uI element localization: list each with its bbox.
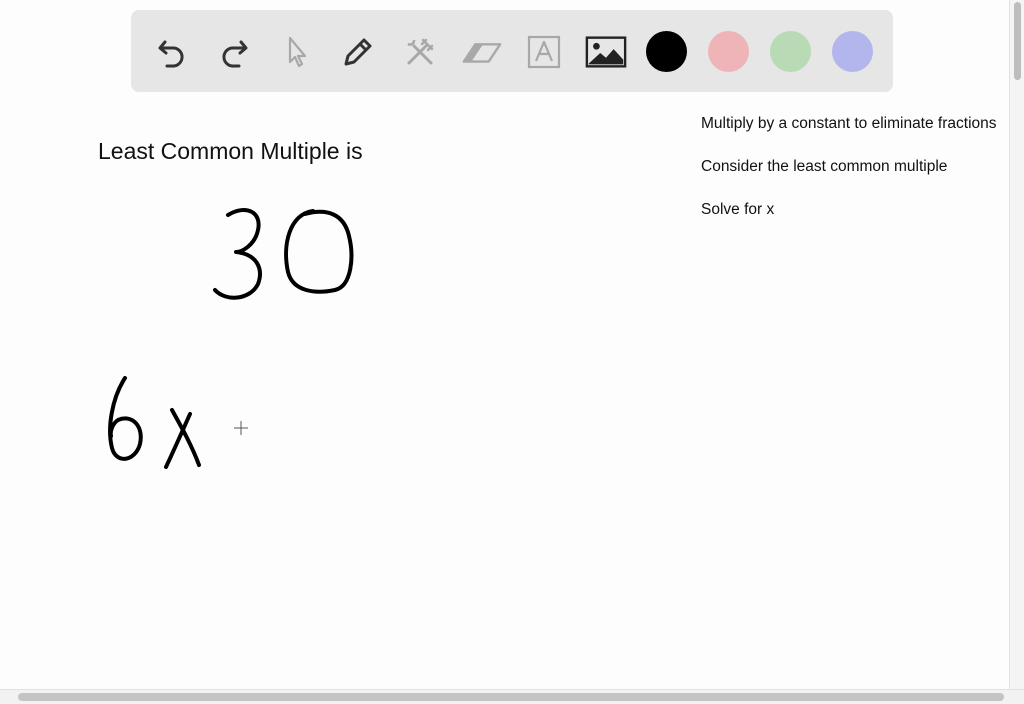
tools-button[interactable] <box>398 30 442 74</box>
vertical-scrollbar-thumb[interactable] <box>1014 2 1021 80</box>
crosshair-cursor-icon <box>234 421 248 435</box>
handwritten-digit-6 <box>108 376 143 461</box>
tools-icon <box>407 38 434 65</box>
undo-button[interactable] <box>150 30 194 74</box>
step-item: Consider the least common multiple <box>701 158 948 175</box>
handwritten-number-30 <box>213 208 354 300</box>
text-button[interactable] <box>522 30 566 74</box>
color-blue-swatch[interactable] <box>832 31 873 72</box>
lcm-heading: Least Common Multiple is <box>98 138 363 164</box>
text-icon <box>527 35 561 69</box>
eraser-button[interactable] <box>460 30 504 74</box>
pencil-icon <box>344 38 372 66</box>
redo-icon <box>222 40 248 68</box>
solution-steps: Multiply by a constant to eliminate frac… <box>701 114 1011 243</box>
handwritten-digit-3 <box>213 208 262 300</box>
color-black-swatch[interactable] <box>646 31 687 72</box>
handwritten-expression-6x <box>108 376 201 469</box>
handwritten-letter-x <box>170 408 201 467</box>
step-item: Multiply by a constant to eliminate frac… <box>701 115 997 132</box>
vertical-scrollbar[interactable] <box>1009 0 1024 690</box>
image-icon <box>585 36 627 68</box>
pointer-icon <box>288 36 307 68</box>
pencil-button[interactable] <box>336 30 380 74</box>
drawing-toolbar <box>131 10 893 92</box>
color-red-swatch[interactable] <box>708 31 749 72</box>
handwritten-digit-0 <box>284 209 354 294</box>
horizontal-scrollbar-thumb[interactable] <box>18 693 1004 701</box>
eraser-icon <box>462 43 502 63</box>
color-green-swatch[interactable] <box>770 31 811 72</box>
image-button[interactable] <box>584 30 628 74</box>
handwriting-layer <box>108 208 354 469</box>
redo-button[interactable] <box>212 30 256 74</box>
pointer-button[interactable] <box>274 30 318 74</box>
undo-icon <box>158 40 184 68</box>
whiteboard-canvas[interactable]: Least Common Multiple is Multiply by a c… <box>0 0 1024 704</box>
handwritten-letter-x-cross <box>164 412 192 469</box>
step-item: Solve for x <box>701 201 775 218</box>
horizontal-scrollbar[interactable] <box>0 689 1024 704</box>
